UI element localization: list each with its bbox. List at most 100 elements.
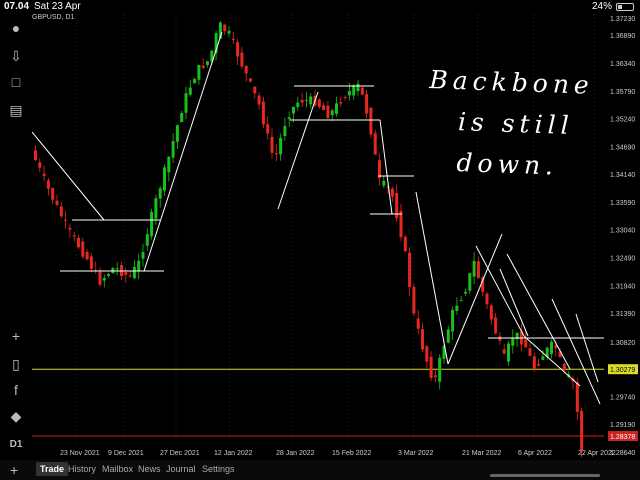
status-bar: 07.04 Sat 23 Apr 24% — [0, 0, 640, 14]
left-toolbar: ● ⇩ □ ▤ + ▯ f ◆ D1 — [0, 16, 32, 456]
candle-body — [188, 87, 192, 95]
candle-body — [330, 110, 334, 116]
candle-body — [382, 180, 386, 186]
date-label: 6 Apr 2022 — [518, 450, 552, 457]
candle-body — [171, 141, 175, 158]
candle-body — [175, 125, 179, 142]
candle-body — [373, 133, 377, 155]
trendline[interactable] — [447, 233, 503, 365]
candle-body — [240, 52, 244, 67]
home-indicator — [490, 474, 600, 477]
chat-icon[interactable]: □ — [6, 72, 26, 92]
candle-body — [468, 273, 472, 291]
annotation-line-1: Backbone — [428, 65, 595, 100]
candle-body — [150, 211, 154, 237]
download-icon[interactable]: ⇩ — [6, 46, 26, 66]
candle-body — [223, 24, 227, 32]
candle-body — [81, 241, 85, 257]
price-tick: 1.37230 — [610, 16, 635, 23]
candle-body — [575, 382, 579, 413]
candle-body — [343, 96, 347, 98]
candle-body — [279, 137, 283, 155]
candle-body — [537, 364, 541, 366]
candle-body — [502, 349, 506, 354]
price-tick: 1.29190 — [610, 422, 635, 429]
candle-body — [115, 268, 119, 270]
candle-body — [494, 317, 498, 334]
candle-body — [266, 124, 270, 134]
battery-icon — [616, 3, 634, 11]
tab-settings[interactable]: Settings — [202, 464, 235, 474]
trendline[interactable] — [32, 131, 105, 221]
candle-body — [34, 150, 37, 161]
candle-body — [403, 236, 407, 251]
trendline[interactable] — [379, 119, 393, 215]
trendline[interactable] — [143, 31, 223, 272]
crosshair-icon[interactable]: + — [6, 326, 26, 346]
price-tick: 1.30820 — [610, 340, 635, 347]
date-label: 21 Mar 2022 — [462, 450, 501, 457]
candle-body — [472, 260, 476, 277]
candle-body — [107, 274, 111, 276]
candles-icon[interactable]: ▯ — [6, 354, 26, 374]
date-label: 12 Jan 2022 — [214, 450, 253, 457]
person-icon[interactable]: ● — [6, 18, 26, 38]
tab-news[interactable]: News — [138, 464, 161, 474]
date-label: 3 Mar 2022 — [398, 450, 434, 457]
candle-body — [163, 167, 166, 191]
price-tick: 1.35240 — [610, 117, 635, 124]
candle-body — [128, 275, 132, 277]
candle-body — [304, 99, 308, 101]
candle-body — [412, 287, 416, 314]
price-tick: 1.35790 — [610, 89, 635, 96]
price-tick: 1.31940 — [610, 283, 635, 290]
candle-body — [124, 272, 128, 275]
date-label: 28 Jan 2022 — [276, 450, 315, 457]
date-label: 15 Feb 2022 — [332, 450, 371, 457]
tab-mailbox[interactable]: Mailbox — [102, 464, 133, 474]
document-icon[interactable]: ▤ — [6, 100, 26, 120]
candle-body — [455, 305, 459, 311]
candle-body — [257, 95, 261, 105]
trendline[interactable] — [415, 191, 449, 365]
status-time: 07.04 — [4, 1, 30, 12]
function-icon[interactable]: f — [6, 380, 26, 400]
candle-body — [322, 105, 326, 111]
price-tick: 1.32490 — [610, 255, 635, 262]
candle-body — [287, 117, 291, 120]
candle-body — [292, 107, 295, 114]
candle-body — [137, 260, 141, 272]
tab-journal[interactable]: Journal — [166, 464, 196, 474]
candle-body — [485, 293, 489, 305]
candle-body — [378, 160, 381, 179]
trendline[interactable] — [506, 253, 571, 370]
candle-body — [59, 206, 63, 217]
candle-body — [528, 348, 532, 356]
tab-trade[interactable]: Trade — [36, 462, 69, 476]
shapes-icon[interactable]: ◆ — [6, 406, 26, 426]
timeframe-button[interactable]: D1 — [6, 434, 26, 454]
candle-body — [249, 78, 252, 82]
candle-body — [296, 102, 300, 108]
candle-body — [507, 343, 510, 362]
price-tick: 1.33040 — [610, 228, 635, 235]
candle-body — [154, 198, 158, 219]
candle-body — [476, 261, 480, 278]
battery-percent: 24% — [591, 1, 612, 12]
price-tick: 1.34690 — [610, 144, 635, 151]
price-tick: 1.36340 — [610, 61, 635, 68]
price-tick: 1.29740 — [610, 394, 635, 401]
candle-body — [532, 356, 536, 370]
add-icon[interactable]: + — [10, 462, 18, 478]
tab-history[interactable]: History — [68, 464, 96, 474]
candle-body — [335, 103, 338, 114]
candle-body — [38, 162, 42, 168]
candle-body — [390, 188, 394, 197]
candle-body — [399, 210, 403, 238]
candle-body — [167, 156, 171, 173]
candle-body — [425, 346, 429, 362]
date-label: 27 Dec 2021 — [160, 450, 200, 457]
candle-body — [541, 356, 545, 360]
trendline[interactable] — [499, 268, 529, 337]
trendline[interactable] — [575, 313, 599, 383]
